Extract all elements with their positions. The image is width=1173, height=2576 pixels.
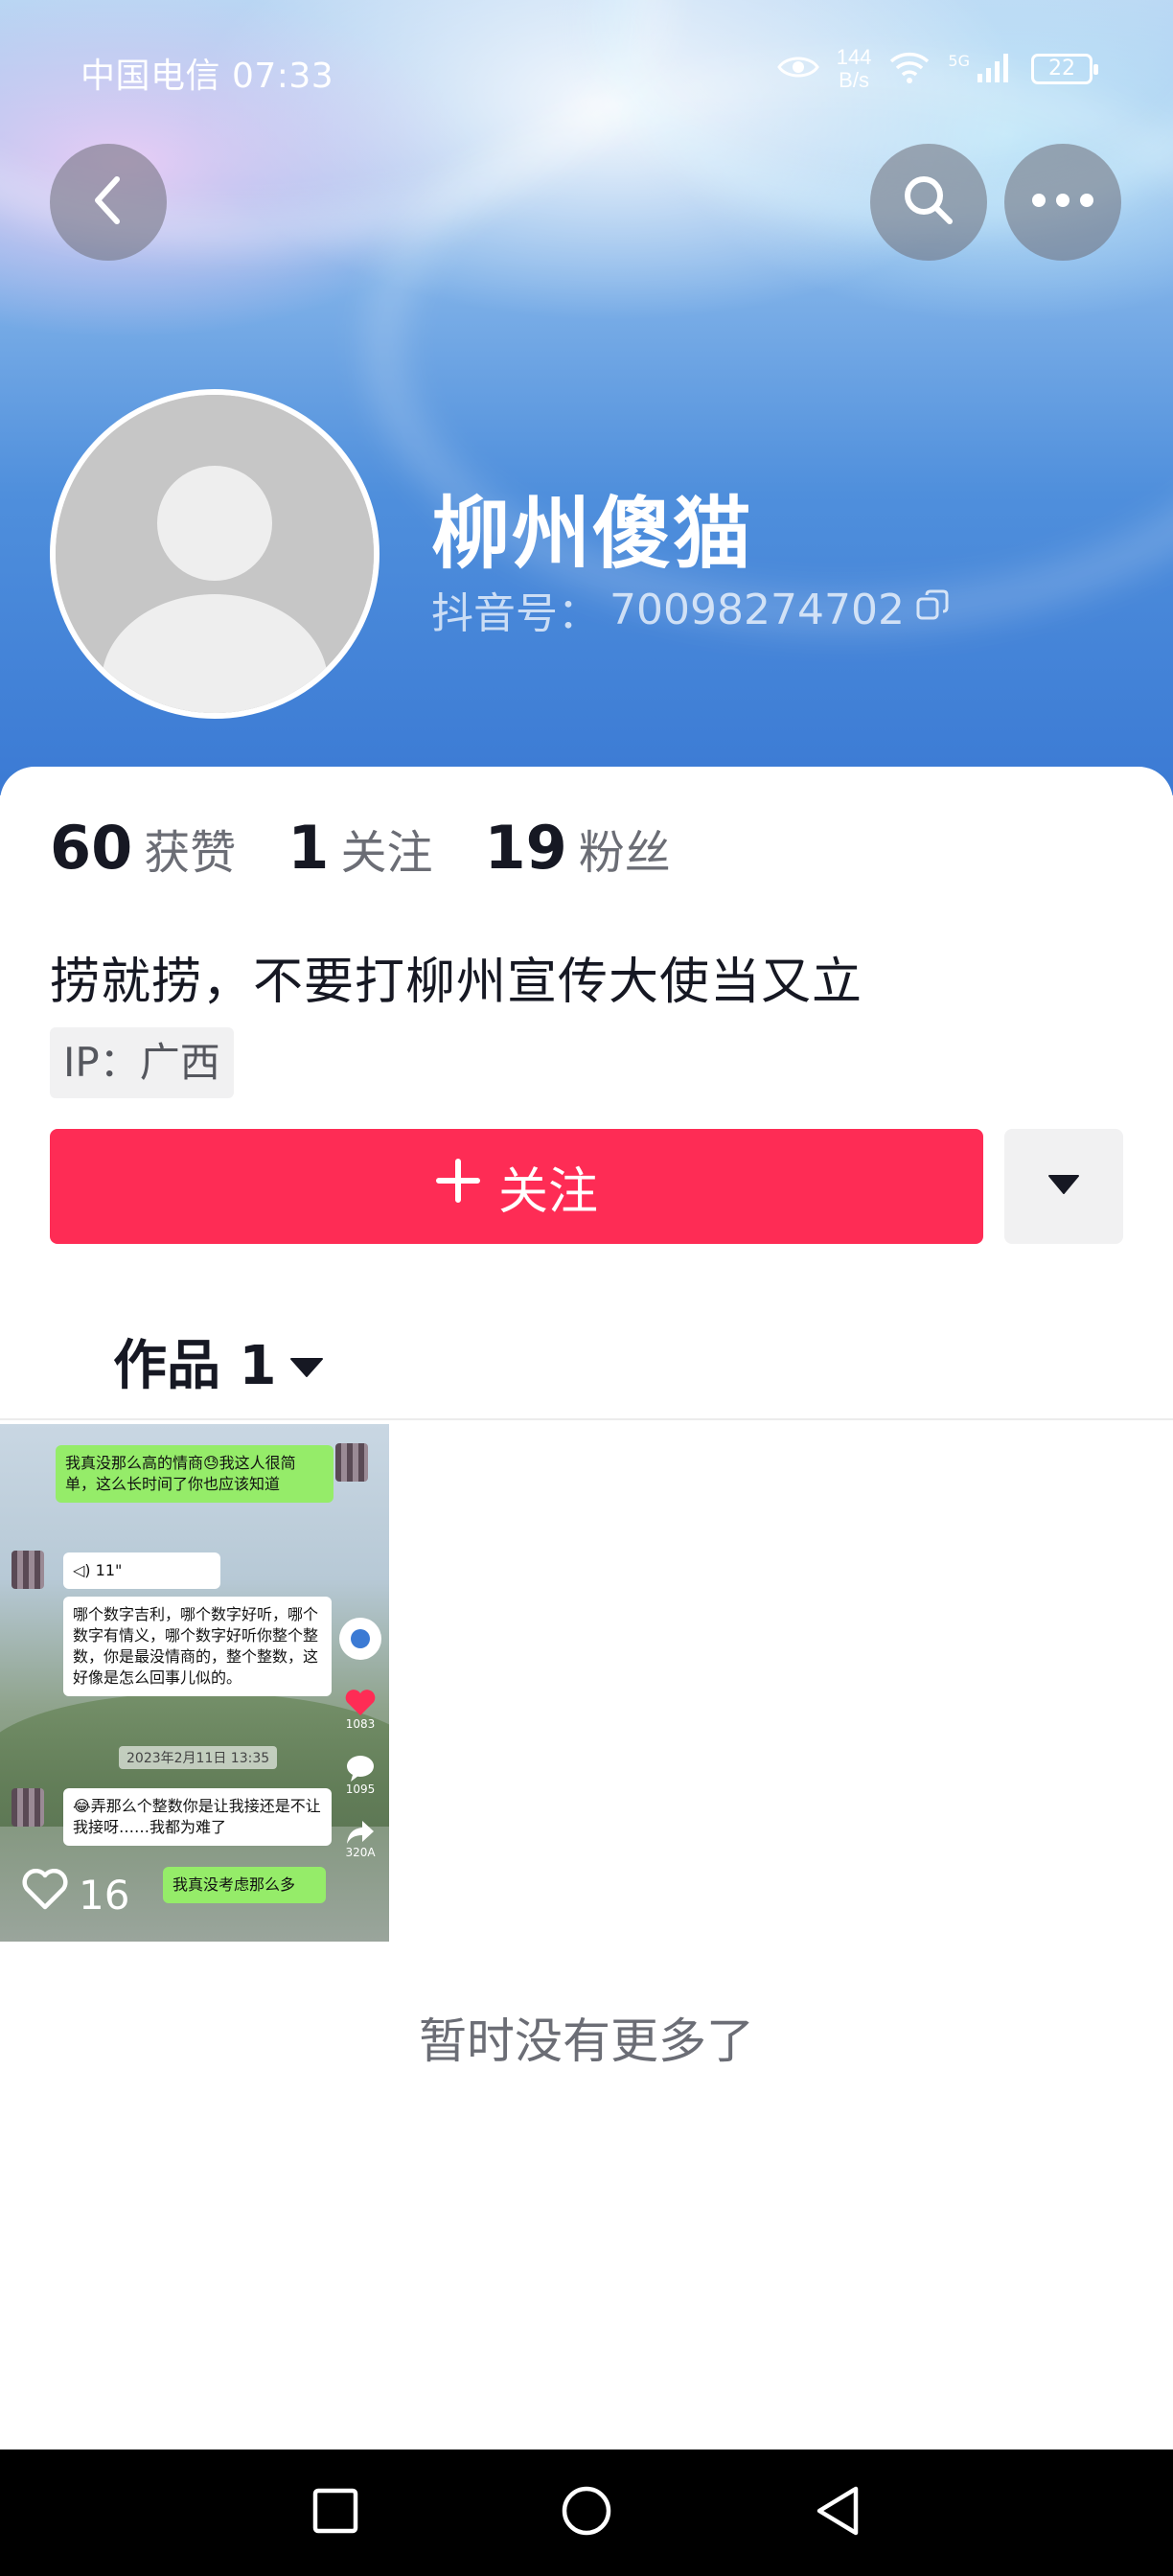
net-speed: 144 B/s [836, 45, 872, 92]
comment-icon: 1095 [345, 1754, 376, 1796]
more-options-button[interactable] [1004, 144, 1121, 261]
copy-icon[interactable] [914, 586, 951, 634]
bio-text: 捞就捞，不要打柳州宣传大使当又立 [50, 954, 863, 1011]
system-navigation-bar [0, 2450, 1173, 2576]
avatar[interactable] [50, 389, 380, 719]
circle-icon [560, 2484, 613, 2542]
tab-works[interactable]: 作品 1 [113, 1322, 324, 1400]
music-disc-icon [337, 1616, 383, 1666]
thumbnail-side-actions: 1083 1095 320A [337, 1616, 383, 1859]
search-icon [898, 170, 959, 235]
back-nav-button[interactable] [807, 2482, 868, 2543]
follow-button[interactable]: 关注 [50, 1129, 983, 1244]
following-label: 关注 [340, 826, 433, 880]
followers-count: 19 [484, 813, 567, 883]
followers-label: 粉丝 [578, 826, 671, 880]
chat-bubble: 😂弄那么个整数你是让我接还是不让我接呀……我都为难了 [63, 1788, 332, 1846]
no-more-content-text: 暂时没有更多了 [419, 2013, 754, 2069]
tab-works-label: 作品 1 [113, 1335, 277, 1397]
side-share-count: 320A [345, 1846, 376, 1859]
recent-apps-button[interactable] [305, 2482, 366, 2543]
chat-timestamp: 2023年2月11日 13:35 [119, 1746, 278, 1769]
following-stat[interactable]: 1 关注 [288, 813, 432, 883]
douyin-id-label: 抖音号： [431, 589, 600, 638]
square-icon [311, 2487, 359, 2539]
video-like-count: 16 [79, 1871, 130, 1919]
more-dots-icon [1029, 191, 1096, 214]
chat-avatar [12, 1551, 44, 1589]
recommend-dropdown-button[interactable] [1004, 1129, 1123, 1244]
heart-icon: 1083 [344, 1689, 377, 1731]
eye-icon [776, 53, 819, 85]
back-button[interactable] [50, 144, 167, 261]
chat-avatar [12, 1788, 44, 1827]
caret-down-icon [1047, 1174, 1080, 1199]
home-button[interactable] [556, 2482, 617, 2543]
likes-stat[interactable]: 60 获赞 [50, 813, 236, 883]
chat-bubble: 哪个数字吉利，哪个数字好听，哪个数字有情义，哪个数字好听你整个整数，你是最没情商… [63, 1597, 332, 1696]
following-count: 1 [288, 813, 330, 883]
chevron-left-icon [84, 172, 132, 233]
chat-avatar [335, 1443, 368, 1482]
likes-count: 60 [50, 813, 133, 883]
likes-label: 获赞 [144, 826, 237, 880]
nickname: 柳州傻猫 [431, 489, 754, 580]
status-bar: 中国电信 07:33 144 B/s 5G 22 [0, 38, 1173, 100]
voice-icon: ◁) [73, 1561, 91, 1579]
network-type: 5G [948, 51, 970, 70]
tab-divider [0, 1418, 1173, 1420]
chat-bubble: 我真没考虑那么多 [163, 1867, 326, 1903]
search-button[interactable] [870, 144, 987, 261]
ip-location-tag: IP：广西 [50, 1027, 234, 1098]
triangle-back-icon [814, 2485, 862, 2541]
followers-stat[interactable]: 19 粉丝 [484, 813, 670, 883]
caret-down-icon [289, 1330, 324, 1392]
voice-message: ◁) 11" [63, 1552, 220, 1589]
share-icon: 320A [345, 1819, 376, 1859]
stats-row: 60 获赞 1 关注 19 粉丝 [50, 813, 723, 883]
douyin-id-row: 抖音号： 70098274702 [431, 579, 951, 640]
signal-icon [976, 51, 1014, 87]
default-avatar-icon [56, 395, 374, 713]
carrier-time: 中国电信 07:33 [80, 57, 334, 96]
chat-bubble: 我真没那么高的情商😓我这人很简单，这么长时间了你也应该知道 [56, 1445, 334, 1503]
plus-icon [435, 1158, 481, 1216]
side-comment-count: 1095 [345, 1782, 376, 1796]
video-likes: 16 [21, 1868, 130, 1920]
wifi-icon [888, 50, 931, 88]
heart-outline-icon [21, 1868, 69, 1920]
follow-label: 关注 [497, 1162, 598, 1221]
side-like-count: 1083 [345, 1717, 376, 1731]
video-thumbnail[interactable]: 我真没那么高的情商😓我这人很简单，这么长时间了你也应该知道 ◁) 11" 哪个数… [0, 1424, 389, 1942]
battery-indicator: 22 [1031, 54, 1098, 84]
voice-duration: 11" [95, 1561, 123, 1579]
douyin-id-value: 70098274702 [610, 585, 905, 634]
